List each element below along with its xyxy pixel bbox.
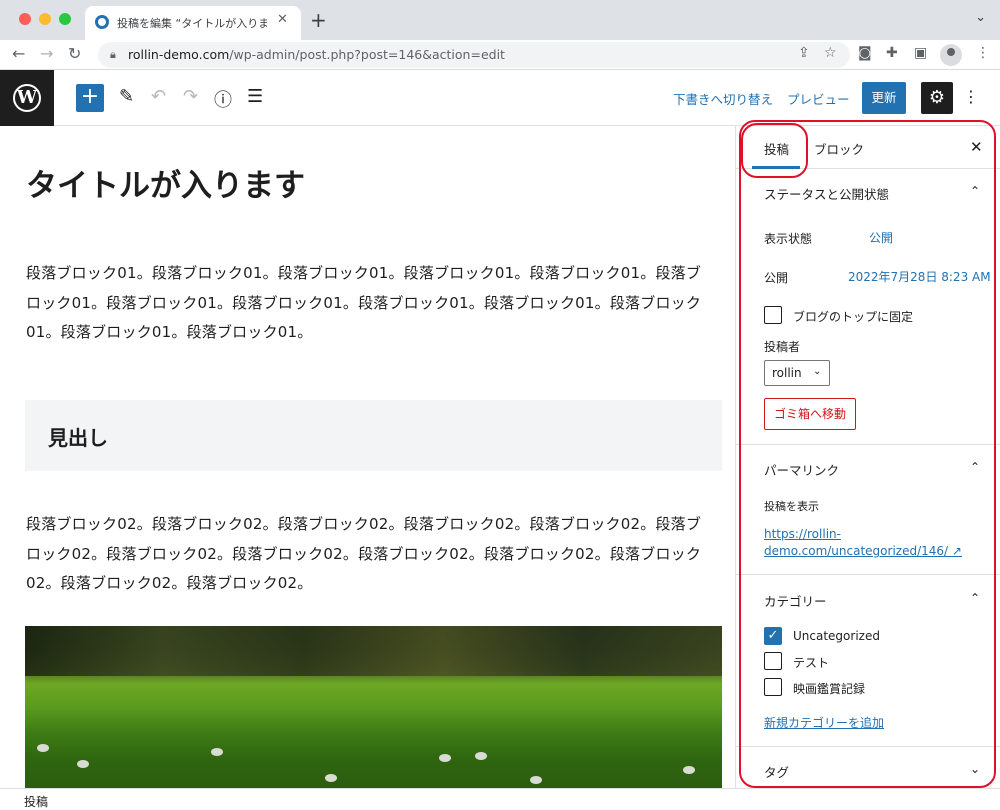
new-tab-button[interactable]: + <box>310 8 327 32</box>
image-sheep <box>475 752 487 760</box>
panel-title-tags[interactable]: タグ <box>764 762 789 781</box>
category-checkbox-uncategorized[interactable]: ✓ <box>764 627 782 645</box>
category-checkbox-movie[interactable] <box>764 678 782 696</box>
chevron-down-icon[interactable]: ⌄ <box>970 762 980 776</box>
update-button[interactable]: 更新 <box>862 82 906 114</box>
preview-button[interactable]: プレビュー <box>787 89 850 108</box>
image-block[interactable] <box>25 626 722 788</box>
panel-title-permalink[interactable]: パーマリンク <box>764 460 839 479</box>
settings-gear-icon[interactable]: ⚙ <box>921 82 953 114</box>
image-tree-line <box>25 626 722 676</box>
browser-tab-bar: 投稿を編集 “タイトルが入ります” ✕ + ⌄ <box>0 0 1000 40</box>
panel-title-status[interactable]: ステータスと公開状態 <box>764 184 889 203</box>
tab-title: 投稿を編集 “タイトルが入ります” <box>117 17 267 30</box>
tab-search-chevron-icon[interactable]: ⌄ <box>975 10 986 25</box>
category-label: テスト <box>793 656 830 670</box>
share-icon[interactable]: ⇪ <box>798 45 810 61</box>
profile-avatar[interactable] <box>940 44 962 66</box>
image-sheep <box>325 774 337 782</box>
active-tab-indicator <box>752 166 800 169</box>
author-select[interactable]: rollin ⌄ <box>764 360 830 386</box>
visibility-label: 表示状態 <box>764 232 813 246</box>
move-to-trash-button[interactable]: ゴミ箱へ移動 <box>764 398 856 430</box>
paragraph-block[interactable]: 段落ブロック01。段落ブロック01。段落ブロック01。段落ブロック01。段落ブロ… <box>26 259 716 348</box>
list-view-icon[interactable]: ☰ <box>247 86 263 107</box>
wordpress-w-icon: W <box>13 84 41 112</box>
undo-icon[interactable]: ↶ <box>151 86 166 107</box>
block-breadcrumb-bar: 投稿 <box>0 788 1000 810</box>
back-arrow-icon[interactable]: ← <box>12 44 25 63</box>
browser-toolbar: ← → ↻ 🔒︎ rollin-demo.com/wp-admin/post.p… <box>0 40 1000 70</box>
chevron-up-icon[interactable]: ⌃ <box>970 460 980 474</box>
bookmark-star-icon[interactable]: ☆ <box>824 45 837 61</box>
chevron-up-icon[interactable]: ⌃ <box>970 184 980 198</box>
editor-canvas: タイトルが入ります 段落ブロック01。段落ブロック01。段落ブロック01。段落ブ… <box>0 126 735 788</box>
publish-label: 公開 <box>764 271 789 285</box>
wordpress-logo-button[interactable]: W <box>0 70 54 126</box>
redo-icon[interactable]: ↷ <box>183 86 198 107</box>
author-label: 投稿者 <box>764 340 801 354</box>
add-block-button[interactable]: + <box>76 84 104 112</box>
lock-icon: 🔒︎ <box>110 48 116 61</box>
panel-divider <box>736 574 1000 575</box>
camera-icon[interactable]: ◙ <box>858 45 872 61</box>
info-icon[interactable]: ⓘ <box>214 86 232 112</box>
panel-divider <box>736 746 1000 747</box>
image-sheep <box>211 748 223 756</box>
sidebar-tabs: 投稿 ブロック ✕ <box>736 126 1000 169</box>
image-sheep <box>683 766 695 774</box>
maximize-window-button[interactable] <box>59 13 71 25</box>
chevron-up-icon[interactable]: ⌃ <box>970 591 980 605</box>
image-sheep <box>37 744 49 752</box>
view-post-label: 投稿を表示 <box>764 500 819 513</box>
sticky-label: ブログのトップに固定 <box>793 310 914 324</box>
browser-menu-icon[interactable]: ⋮ <box>976 45 990 61</box>
minimize-window-button[interactable] <box>39 13 51 25</box>
author-select-value: rollin <box>772 366 802 380</box>
category-label: 映画鑑賞記録 <box>793 682 866 696</box>
paragraph-block[interactable]: 段落ブロック02。段落ブロック02。段落ブロック02。段落ブロック02。段落ブロ… <box>26 510 716 599</box>
panel-title-categories[interactable]: カテゴリー <box>764 591 827 610</box>
browser-tab-active[interactable]: 投稿を編集 “タイトルが入ります” ✕ <box>85 6 301 40</box>
options-more-icon[interactable]: ⋮ <box>963 87 979 106</box>
external-link-icon: ↗ <box>951 544 962 558</box>
reload-icon[interactable]: ↻ <box>68 44 81 63</box>
url-text: rollin-demo.com/wp-admin/post.php?post=1… <box>128 47 505 62</box>
image-sheep <box>439 754 451 762</box>
wordpress-favicon-icon <box>95 15 109 29</box>
image-sheep <box>530 776 542 784</box>
heading-block[interactable]: 見出し <box>25 400 722 471</box>
tab-post[interactable]: 投稿 <box>764 139 789 158</box>
post-title[interactable]: タイトルが入ります <box>26 160 305 205</box>
close-sidebar-icon[interactable]: ✕ <box>970 138 983 156</box>
sidepanel-icon[interactable]: ▣ <box>914 45 927 61</box>
breadcrumb-post[interactable]: 投稿 <box>24 793 48 810</box>
tab-close-icon[interactable]: ✕ <box>277 12 288 27</box>
image-sheep <box>77 760 89 768</box>
forward-arrow-icon[interactable]: → <box>40 44 53 63</box>
chevron-down-icon: ⌄ <box>813 366 822 377</box>
heading-text: 見出し <box>48 426 108 450</box>
category-checkbox-test[interactable] <box>764 652 782 670</box>
permalink-link[interactable]: https://rollin-demo.com/uncategorized/14… <box>764 526 974 560</box>
address-bar[interactable]: 🔒︎ rollin-demo.com/wp-admin/post.php?pos… <box>98 42 850 68</box>
switch-to-draft-button[interactable]: 下書きへ切り替え <box>673 89 773 108</box>
editor-header: W + ✎ ↶ ↷ ⓘ ☰ 下書きへ切り替え プレビュー 更新 ⚙ ⋮ <box>0 70 1000 126</box>
add-new-category-link[interactable]: 新規カテゴリーを追加 <box>764 714 884 731</box>
visibility-toggle[interactable]: 公開 <box>869 229 893 246</box>
panel-divider <box>736 444 1000 445</box>
publish-date-toggle[interactable]: 2022年7月28日 8:23 AM <box>848 268 991 285</box>
settings-sidebar: 投稿 ブロック ✕ ステータスと公開状態 ⌃ 表示状態 公開 公開 2022年7… <box>735 126 1000 788</box>
extensions-puzzle-icon[interactable]: ✚ <box>886 45 898 61</box>
sticky-checkbox[interactable] <box>764 306 782 324</box>
pencil-tools-icon[interactable]: ✎ <box>119 86 134 107</box>
category-label: Uncategorized <box>793 629 880 643</box>
tab-block[interactable]: ブロック <box>814 139 864 158</box>
close-window-button[interactable] <box>19 13 31 25</box>
